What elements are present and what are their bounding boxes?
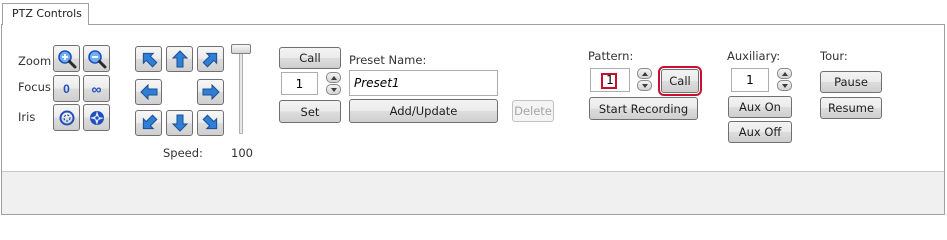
- iris-open-icon: [59, 110, 74, 125]
- aux-off-button[interactable]: Aux Off: [728, 121, 792, 143]
- zoom-out-button[interactable]: [83, 45, 110, 72]
- zoom-in-icon: [57, 49, 76, 68]
- zoom-out-icon: [87, 49, 106, 68]
- tour-resume-button[interactable]: Resume: [820, 97, 882, 119]
- speed-slider-track[interactable]: [239, 48, 243, 134]
- speed-value: 100: [231, 146, 253, 160]
- iris-label: Iris: [18, 110, 36, 124]
- pan-right-button[interactable]: [197, 79, 224, 105]
- pan-up-left-button[interactable]: [135, 46, 162, 72]
- pan-down-left-button[interactable]: [135, 110, 162, 136]
- spinner-down-button[interactable]: [637, 80, 652, 91]
- zoom-label: Zoom: [18, 54, 52, 68]
- speed-label: Speed:: [163, 146, 203, 160]
- preset-set-button[interactable]: Set: [279, 100, 341, 123]
- preset-number-spinner[interactable]: [326, 72, 341, 95]
- pan-down-right-button[interactable]: [197, 110, 224, 136]
- add-update-button[interactable]: Add/Update: [349, 99, 498, 123]
- tilt-up-button[interactable]: [166, 46, 193, 72]
- focus-label: Focus: [18, 80, 51, 94]
- preset-number-input[interactable]: [281, 72, 318, 95]
- spinner-up-button[interactable]: [637, 68, 652, 79]
- pan-left-button[interactable]: [135, 79, 162, 105]
- arrow-up-right-icon: [202, 52, 217, 68]
- spinner-up-button[interactable]: [326, 72, 341, 83]
- preset-name-label: Preset Name:: [349, 53, 427, 67]
- tab-ptz-controls[interactable]: PTZ Controls: [2, 3, 89, 25]
- arrow-left-icon: [139, 83, 157, 101]
- chevron-up-icon: [781, 71, 788, 76]
- auxiliary-number-spinner[interactable]: [777, 68, 792, 91]
- iris-open-button[interactable]: [53, 104, 80, 131]
- chevron-up-icon: [641, 71, 648, 76]
- pattern-label: Pattern:: [588, 49, 634, 63]
- focus-far-button[interactable]: ∞: [83, 75, 110, 102]
- spinner-up-button[interactable]: [777, 68, 792, 79]
- spinner-down-button[interactable]: [326, 84, 341, 95]
- arrow-down-right-icon: [202, 114, 217, 130]
- arrow-up-icon: [171, 50, 188, 68]
- preset-name-input[interactable]: [349, 70, 498, 96]
- auxiliary-label: Auxiliary:: [727, 49, 781, 63]
- chevron-up-icon: [330, 75, 337, 80]
- tilt-down-button[interactable]: [166, 110, 193, 136]
- start-recording-button[interactable]: Start Recording: [589, 97, 698, 120]
- preset-call-button[interactable]: Call: [279, 47, 341, 69]
- tour-label: Tour:: [820, 49, 848, 63]
- auxiliary-number-input[interactable]: [731, 68, 769, 92]
- delete-button[interactable]: Delete: [512, 100, 554, 122]
- aux-on-button[interactable]: Aux On: [728, 96, 792, 118]
- arrow-down-icon: [171, 114, 188, 132]
- arrow-right-icon: [202, 83, 220, 101]
- tour-pause-button[interactable]: Pause: [820, 71, 882, 93]
- iris-close-button[interactable]: [83, 104, 110, 131]
- status-bar: [2, 171, 944, 214]
- focus-near-icon: 0: [63, 81, 70, 96]
- speed-slider-thumb[interactable]: [231, 44, 251, 54]
- focus-near-button[interactable]: 0: [53, 75, 80, 102]
- pattern-number-spinner[interactable]: [637, 68, 652, 91]
- pan-up-right-button[interactable]: [197, 46, 224, 72]
- arrow-up-left-icon: [142, 52, 157, 68]
- arrow-down-left-icon: [142, 114, 157, 130]
- focus-far-icon: ∞: [91, 80, 102, 97]
- chevron-down-icon: [781, 83, 788, 88]
- zoom-in-button[interactable]: [53, 45, 80, 72]
- pattern-call-button[interactable]: Call: [658, 66, 702, 96]
- chevron-down-icon: [641, 83, 648, 88]
- pattern-number-highlight: [601, 73, 617, 89]
- iris-close-icon: [89, 110, 104, 125]
- spinner-down-button[interactable]: [777, 80, 792, 91]
- chevron-down-icon: [330, 87, 337, 92]
